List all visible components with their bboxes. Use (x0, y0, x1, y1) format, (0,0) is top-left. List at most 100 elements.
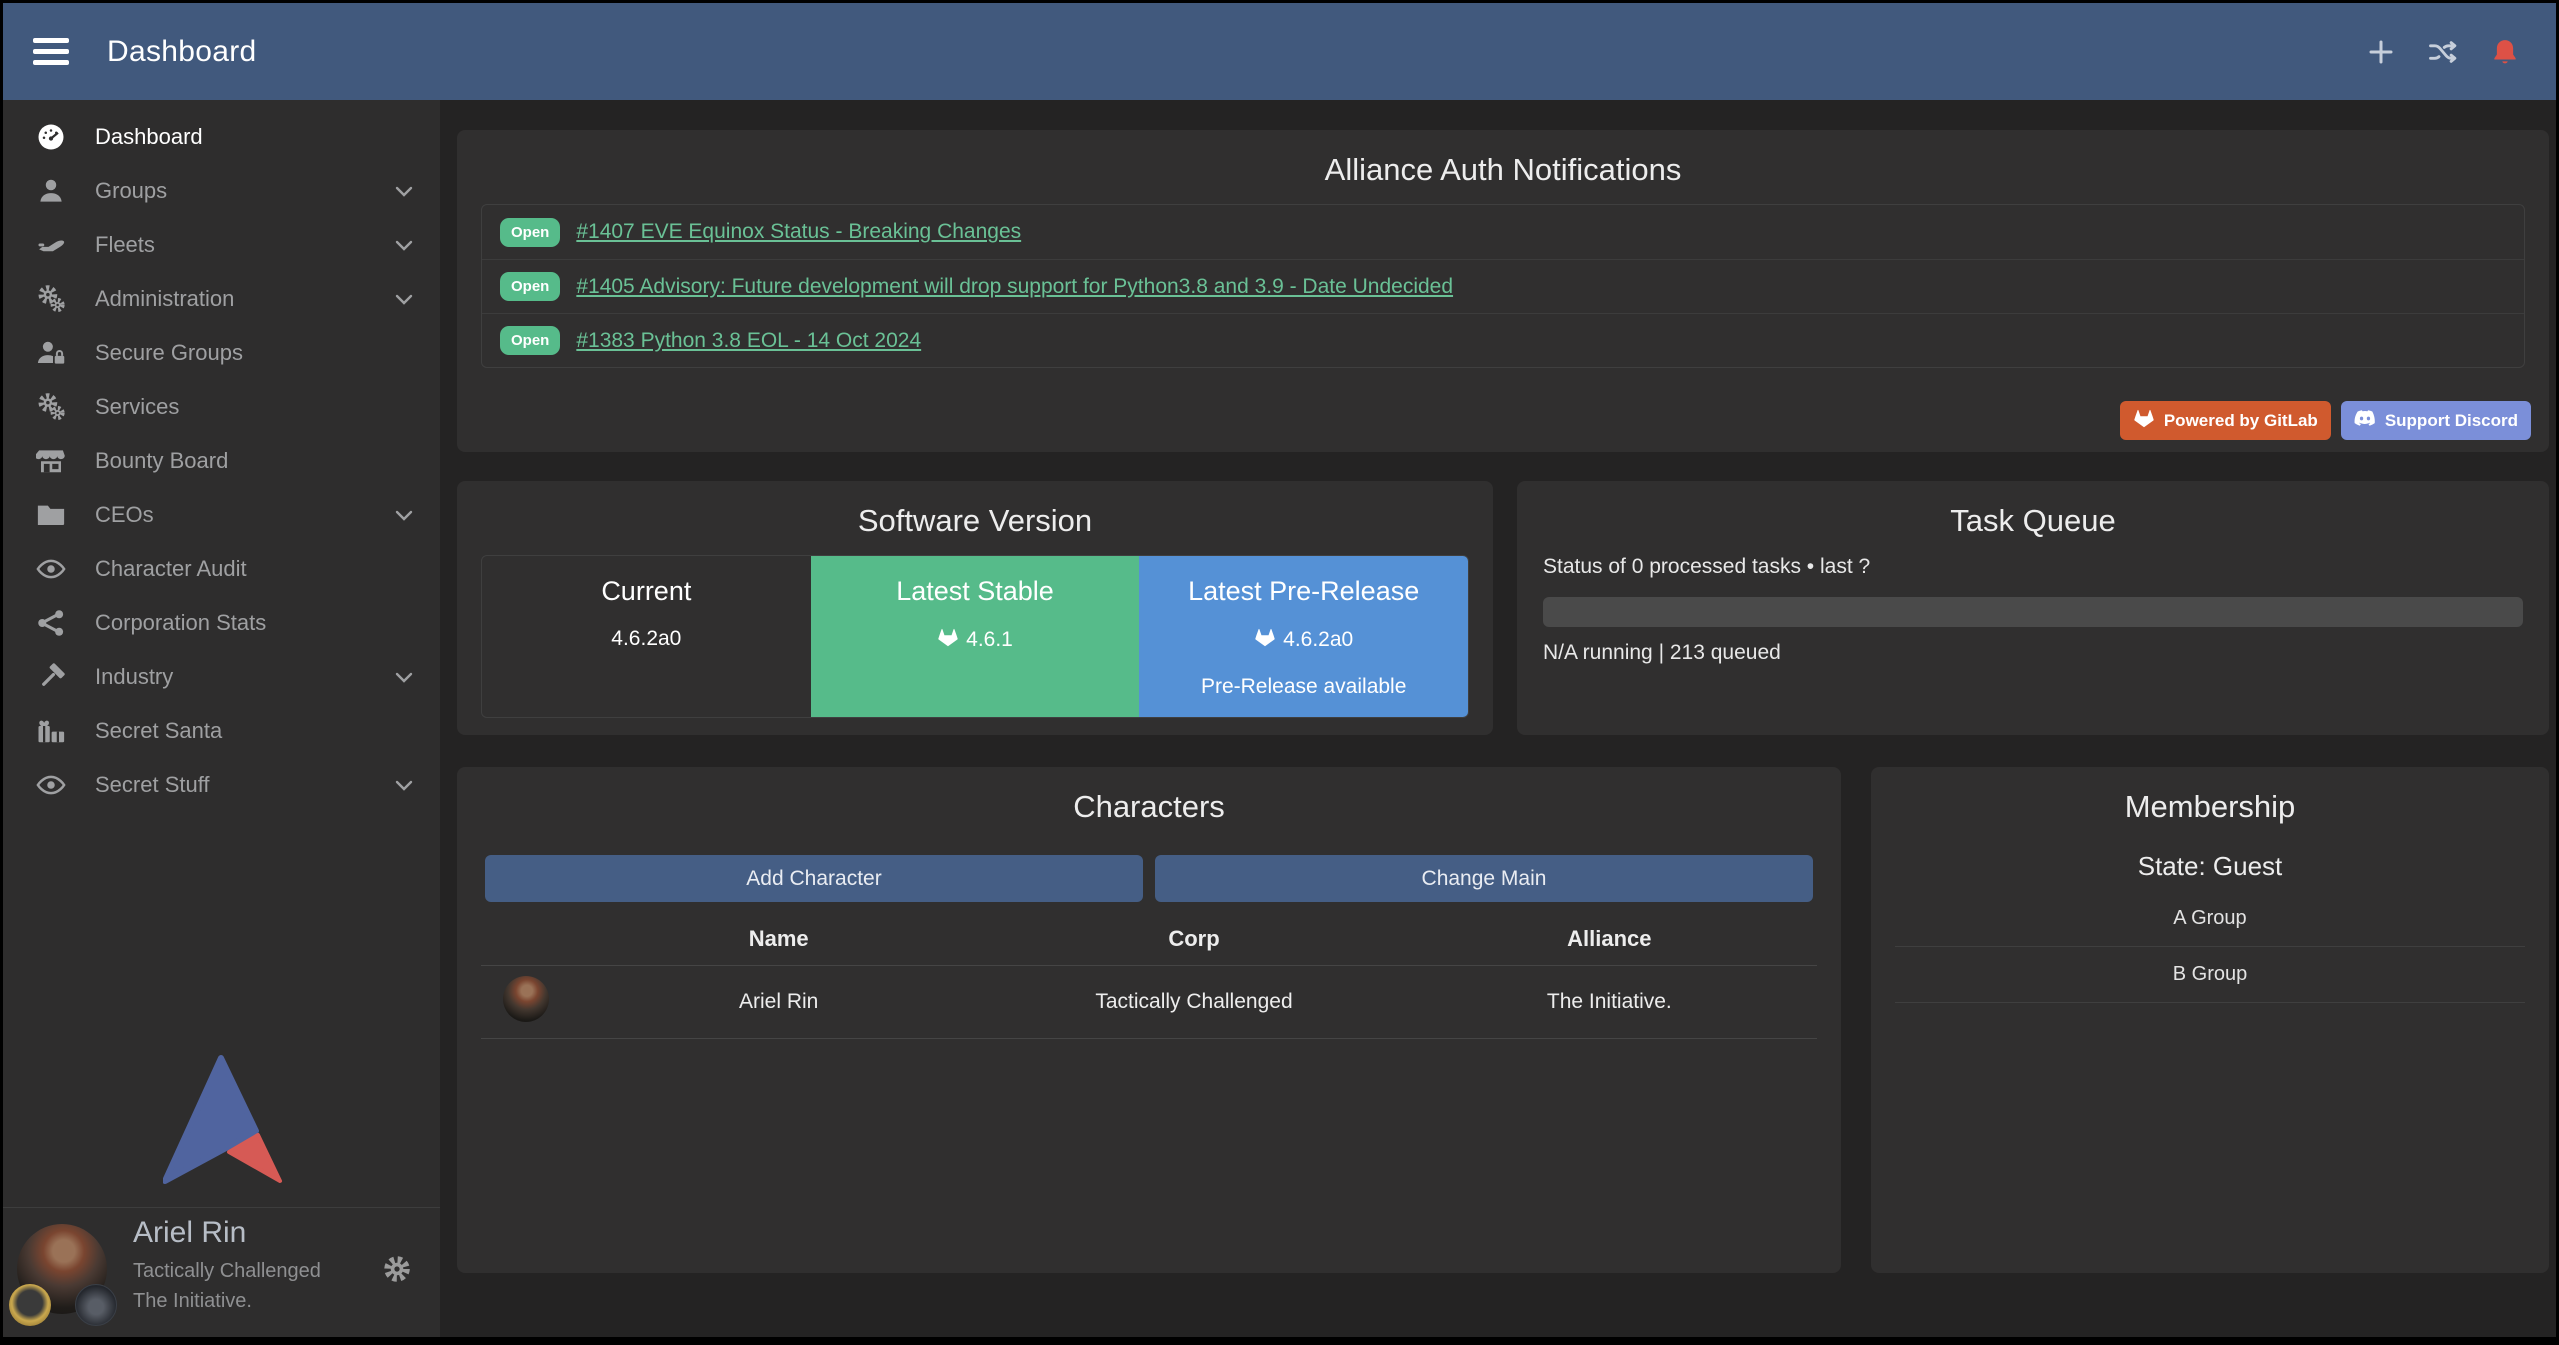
character-name: Ariel Rin (571, 990, 986, 1014)
content-area: Alliance Auth Notifications Open #1407 E… (440, 100, 2556, 1337)
notification-list: Open #1407 EVE Equinox Status - Breaking… (481, 204, 2525, 368)
sidebar-item-ceos[interactable]: CEOs (3, 488, 440, 542)
version-cell-latest-stable: Latest Stable 4.6.1 (811, 556, 1140, 717)
chevron-down-icon (392, 773, 416, 797)
notification-link[interactable]: #1383 Python 3.8 EOL - 14 Oct 2024 (576, 329, 921, 353)
sidebar-item-label: Secure Groups (95, 340, 243, 366)
status-badge: Open (500, 218, 560, 247)
sidebar-item-label: Secret Santa (95, 718, 222, 744)
sidebar-item-secret-santa[interactable]: Secret Santa (3, 704, 440, 758)
eye-icon (33, 769, 69, 801)
version-value: 4.6.1 (966, 628, 1013, 652)
sidebar-item-dashboard[interactable]: Dashboard (3, 110, 440, 164)
badge-label: Powered by GitLab (2164, 411, 2318, 431)
gitlab-icon (1254, 627, 1276, 653)
support-discord-badge[interactable]: Support Discord (2341, 401, 2531, 440)
user-lock-icon (33, 337, 69, 369)
notification-row: Open #1383 Python 3.8 EOL - 14 Oct 2024 (482, 313, 2524, 367)
sidebar-item-label: Industry (95, 664, 173, 690)
menu-icon[interactable] (33, 32, 69, 71)
sidebar-item-label: Corporation Stats (95, 610, 266, 636)
sidebar-item-groups[interactable]: Groups (3, 164, 440, 218)
character-portrait (503, 976, 549, 1022)
shuttle-icon (33, 229, 69, 261)
sidebar-item-label: Character Audit (95, 556, 247, 582)
chevron-down-icon (392, 233, 416, 257)
sidebar-item-label: Services (95, 394, 179, 420)
sidebar-item-corporation-stats[interactable]: Corporation Stats (3, 596, 440, 650)
version-header: Latest Pre-Release (1139, 576, 1468, 607)
task-footer-line: N/A running | 213 queued (1543, 641, 1781, 665)
sidebar-item-administration[interactable]: Administration (3, 272, 440, 326)
discord-icon (2354, 408, 2376, 433)
user-alliance: The Initiative. (133, 1290, 252, 1313)
shuffle-icon[interactable] (2428, 37, 2458, 67)
task-progress-bar (1543, 597, 2523, 627)
user-corp: Tactically Challenged (133, 1260, 321, 1283)
gitlab-icon (937, 627, 959, 653)
version-comparison: Current 4.6.2a0 Latest Stable 4.6.1 Late… (481, 555, 1469, 718)
folder-icon (33, 499, 69, 531)
top-navbar: Dashboard (3, 3, 2556, 100)
alliance-auth-notifications-panel: Alliance Auth Notifications Open #1407 E… (457, 130, 2549, 452)
character-actions: Add Character Change Main (485, 855, 1813, 902)
chevron-down-icon (392, 665, 416, 689)
chevron-down-icon (392, 503, 416, 527)
sidebar-item-bounty-board[interactable]: Bounty Board (3, 434, 440, 488)
powered-by-gitlab-badge[interactable]: Powered by GitLab (2120, 401, 2331, 440)
version-header: Latest Stable (811, 576, 1140, 607)
sidebar-item-character-audit[interactable]: Character Audit (3, 542, 440, 596)
chevron-down-icon (392, 287, 416, 311)
membership-panel: Membership State: Guest A Group B Group (1871, 767, 2549, 1273)
eye-icon (33, 553, 69, 585)
sidebar-item-fleets[interactable]: Fleets (3, 218, 440, 272)
alliance-logo-badge (75, 1284, 117, 1326)
sidebar-item-industry[interactable]: Industry (3, 650, 440, 704)
sidebar: Dashboard Groups Fleets (3, 100, 440, 1337)
user-name: Ariel Rin (133, 1216, 246, 1250)
sidebar-item-label: Bounty Board (95, 448, 228, 474)
user-panel: Ariel Rin Tactically Challenged The Init… (3, 1207, 440, 1337)
panel-footer-badges: Powered by GitLab Support Discord (2120, 401, 2531, 440)
user-avatar (17, 1224, 107, 1314)
change-main-button[interactable]: Change Main (1155, 855, 1813, 902)
sidebar-item-label: Dashboard (95, 124, 203, 150)
plus-icon[interactable] (2366, 37, 2396, 67)
sidebar-item-secure-groups[interactable]: Secure Groups (3, 326, 440, 380)
add-character-button[interactable]: Add Character (485, 855, 1143, 902)
sidebar-item-services[interactable]: Services (3, 380, 440, 434)
column-header-alliance: Alliance (1402, 926, 1817, 952)
notification-link[interactable]: #1405 Advisory: Future development will … (576, 275, 1453, 299)
table-row: Ariel Rin Tactically Challenged The Init… (481, 965, 1817, 1039)
gauge-icon (33, 121, 69, 153)
sidebar-nav: Dashboard Groups Fleets (3, 100, 440, 812)
task-status-line: Status of 0 processed tasks • last ? (1543, 555, 1870, 579)
panel-title: Alliance Auth Notifications (457, 130, 2549, 188)
version-value: 4.6.2a0 (1283, 628, 1353, 652)
notification-link[interactable]: #1407 EVE Equinox Status - Breaking Chan… (576, 220, 1021, 244)
panel-title: Characters (457, 767, 1841, 825)
chevron-down-icon (392, 179, 416, 203)
gitlab-icon (2133, 408, 2155, 433)
sidebar-item-label: Fleets (95, 232, 155, 258)
sidebar-item-secret-stuff[interactable]: Secret Stuff (3, 758, 440, 812)
sidebar-item-label: Administration (95, 286, 234, 312)
bell-icon[interactable] (2490, 37, 2520, 67)
sidebar-item-label: Groups (95, 178, 167, 204)
version-cell-current: Current 4.6.2a0 (482, 556, 811, 717)
status-badge: Open (500, 326, 560, 355)
group-list: A Group B Group (1895, 891, 2525, 1003)
software-version-panel: Software Version Current 4.6.2a0 Latest … (457, 481, 1493, 735)
version-header: Current (482, 576, 811, 607)
badge-label: Support Discord (2385, 411, 2518, 431)
alliance-auth-logo (163, 1055, 283, 1185)
app-window: Dashboard (3, 3, 2556, 1337)
column-header-corp: Corp (986, 926, 1401, 952)
share-icon (33, 607, 69, 639)
corp-logo-badge (9, 1284, 51, 1326)
characters-panel: Characters Add Character Change Main Nam… (457, 767, 1841, 1273)
task-queue-panel: Task Queue Status of 0 processed tasks •… (1517, 481, 2549, 735)
settings-gear-icon[interactable] (382, 1254, 412, 1284)
user-icon (33, 175, 69, 207)
gears-icon (33, 391, 69, 423)
